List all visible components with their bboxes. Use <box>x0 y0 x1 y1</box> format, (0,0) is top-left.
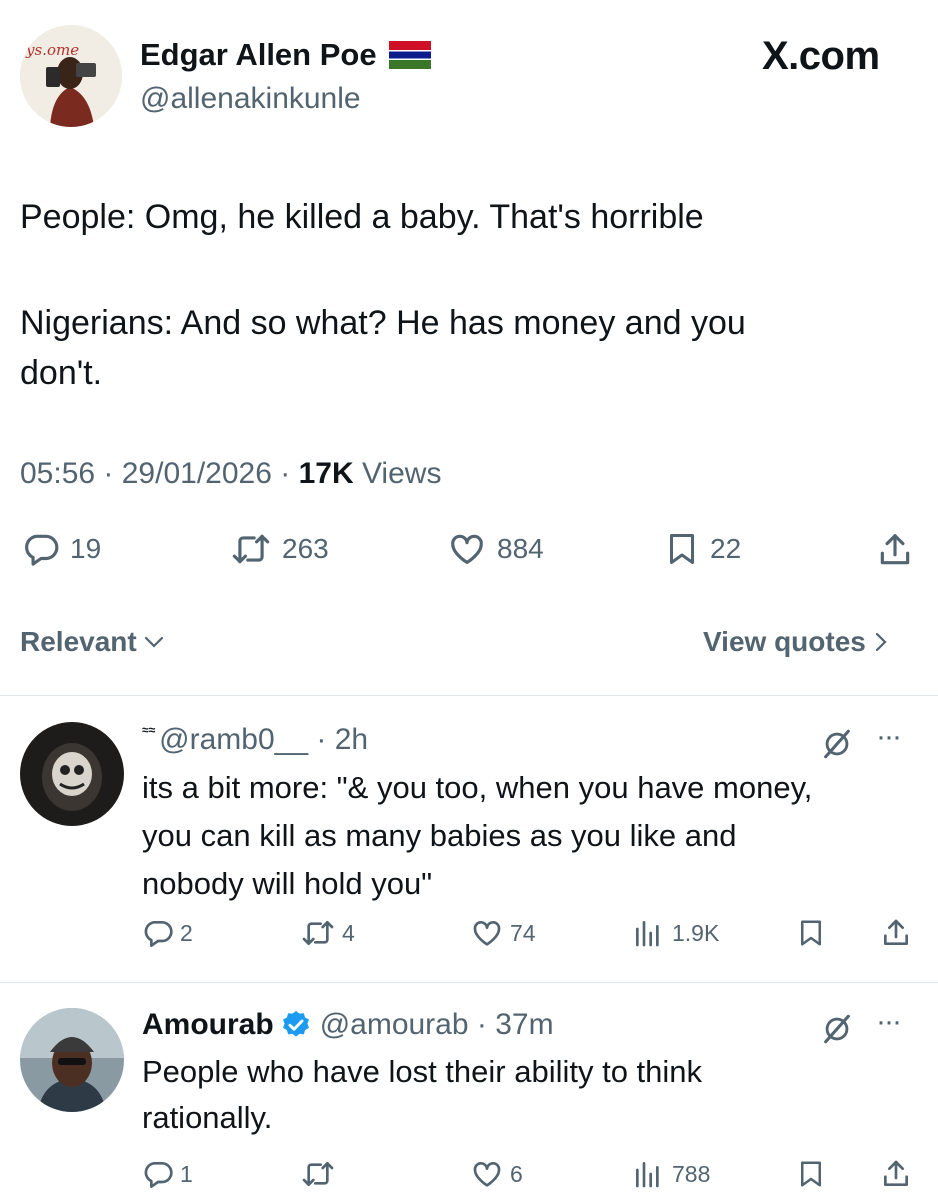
reply-time[interactable]: 37m <box>495 1008 553 1042</box>
reply-bookmark-button[interactable] <box>796 1158 826 1190</box>
sort-label: Relevant <box>20 626 137 657</box>
view-quotes-label: View quotes <box>703 626 866 657</box>
post-line-1: People: Omg, he killed a baby. That's ho… <box>20 198 704 236</box>
bookmark-icon <box>801 920 821 946</box>
grok-icon[interactable] <box>820 727 854 761</box>
reply-views-count: 1.9K <box>672 919 720 946</box>
views-count: 17K <box>298 457 354 490</box>
share-icon <box>884 919 908 945</box>
more-options-icon[interactable]: ··· <box>876 1005 902 1039</box>
reply-icon <box>144 921 173 947</box>
avatar-handwriting: ys.ome <box>26 41 80 59</box>
reply-line-3: nobody will hold you" <box>142 866 433 901</box>
views-label: Views <box>361 457 442 490</box>
reply-reply-count: 2 <box>180 919 193 946</box>
reply-button[interactable]: 19 <box>22 530 101 568</box>
reply-repost-count: 4 <box>342 919 355 946</box>
post-line-2: Nigerians: And so what? He has money and… <box>20 304 746 342</box>
reply-header: Amourab @amourab · 37m <box>142 1008 554 1042</box>
reply-text: People who have lost their ability to th… <box>142 1049 922 1141</box>
gambia-flag-icon <box>388 41 431 69</box>
meta-dot: · <box>468 1008 496 1041</box>
reply-text: its a bit more: "& you too, when you hav… <box>142 764 922 908</box>
reply-repost-button[interactable]: 4 <box>300 917 355 949</box>
meta-dot: · <box>308 723 335 756</box>
divider <box>0 982 938 983</box>
post-text: People: Omg, he killed a baby. That's ho… <box>20 192 920 398</box>
verified-badge-icon <box>282 1011 309 1037</box>
reply-views-button[interactable]: 788 <box>632 1158 710 1190</box>
reply-reply-button[interactable]: 1 <box>142 1158 193 1190</box>
reply-avatar[interactable] <box>20 722 124 826</box>
views-chart-icon <box>636 1162 659 1188</box>
reply-like-count: 6 <box>510 1160 523 1187</box>
repost-icon <box>232 534 270 564</box>
more-options-icon[interactable]: ··· <box>876 720 902 754</box>
views-chart-icon <box>636 921 659 947</box>
reply-header: ≈≈ @ramb0__ · 2h <box>142 723 368 757</box>
repost-icon <box>302 921 334 945</box>
like-button[interactable]: 884 <box>447 530 544 568</box>
reply-views-count: 788 <box>672 1160 711 1187</box>
share-icon <box>884 1160 908 1186</box>
bookmark-icon <box>670 534 694 564</box>
reply-like-count: 74 <box>510 919 536 946</box>
meta-dot: · <box>103 457 122 490</box>
reply-avatar[interactable] <box>20 1008 124 1112</box>
brand-label: X.com <box>762 34 880 79</box>
reply-line-1: People who have lost their ability to th… <box>142 1054 703 1089</box>
author-name[interactable]: Edgar Allen Poe <box>140 37 431 73</box>
like-count: 884 <box>497 533 544 564</box>
reply-like-button[interactable]: 6 <box>470 1158 523 1190</box>
heart-icon <box>473 1162 501 1187</box>
reply-share-button[interactable] <box>880 916 912 950</box>
reply-line-2: you can kill as many babies as you like … <box>142 818 737 853</box>
repost-icon <box>302 1162 334 1186</box>
post-meta: 05:56 · 29/01/2026 · 17K Views <box>20 457 441 491</box>
post-date[interactable]: 29/01/2026 <box>122 457 272 490</box>
reply-count: 19 <box>70 533 102 564</box>
view-quotes-link[interactable]: View quotes <box>703 626 888 658</box>
bookmark-icon <box>801 1161 821 1187</box>
author-name-text: Edgar Allen Poe <box>140 37 377 72</box>
author-avatar[interactable]: ys.ome <box>20 25 122 127</box>
meta-dot: · <box>280 457 299 490</box>
reply-icon <box>144 1162 173 1188</box>
reply-avatar-image <box>20 722 124 826</box>
bookmark-button[interactable]: 22 <box>664 530 741 568</box>
reply-time[interactable]: 2h <box>335 723 368 757</box>
reply-handle[interactable]: @amourab <box>320 1008 469 1042</box>
repost-button[interactable]: 263 <box>230 530 329 568</box>
reply-repost-button[interactable] <box>300 1158 342 1190</box>
heart-icon <box>473 921 501 946</box>
reply-bookmark-button[interactable] <box>796 917 826 949</box>
reply-reply-button[interactable]: 2 <box>142 917 193 949</box>
divider <box>0 695 938 696</box>
share-button[interactable] <box>876 530 914 570</box>
reply-avatar-image <box>20 1008 124 1112</box>
author-handle[interactable]: @allenakinkunle <box>140 82 361 116</box>
reply-handle[interactable]: @ramb0__ <box>159 723 308 757</box>
chevron-right-icon <box>875 632 887 652</box>
heart-icon <box>451 534 483 565</box>
reply-views-button[interactable]: 1.9K <box>632 917 719 949</box>
reply-name-glyph[interactable]: ≈≈ <box>142 723 155 737</box>
post-time[interactable]: 05:56 <box>20 457 95 490</box>
reply-line-1: its a bit more: "& you too, when you hav… <box>142 770 813 805</box>
reply-like-button[interactable]: 74 <box>470 917 536 949</box>
sort-dropdown[interactable]: Relevant <box>20 626 165 658</box>
reply-icon <box>25 534 59 566</box>
reply-share-button[interactable] <box>880 1157 912 1191</box>
share-icon <box>880 534 910 565</box>
reply-line-2: rationally. <box>142 1100 273 1135</box>
brand-text: X.com <box>762 34 880 78</box>
bookmark-count: 22 <box>710 533 742 564</box>
reply-reply-count: 1 <box>180 1160 193 1187</box>
repost-count: 263 <box>282 533 329 564</box>
grok-icon[interactable] <box>820 1012 854 1046</box>
reply-author-name[interactable]: Amourab <box>142 1008 274 1042</box>
post-line-3: don't. <box>20 354 103 392</box>
chevron-down-icon <box>144 636 163 648</box>
